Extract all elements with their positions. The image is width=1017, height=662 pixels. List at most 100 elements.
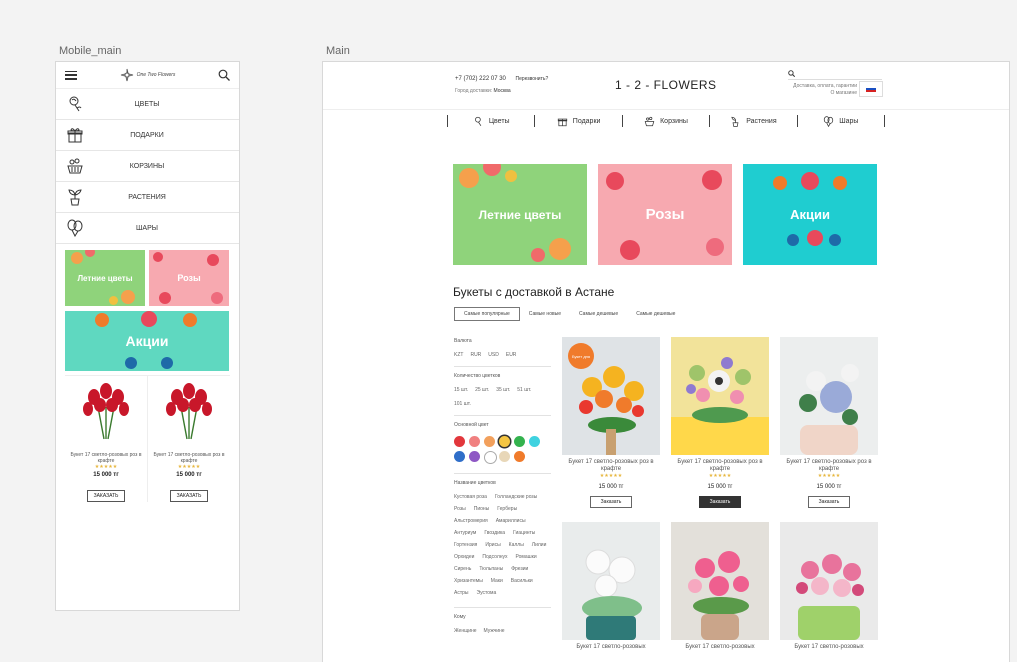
flower-name-option[interactable]: Гиацинты [513,530,535,537]
order-button[interactable]: ЗАКАЗАТЬ [86,490,126,502]
mobile-logo[interactable]: One Two Flowers [120,68,175,82]
flower-name-option[interactable]: Антуриум [454,530,476,537]
product-image[interactable] [780,522,878,640]
sort-option-newest[interactable]: Самые новые [520,308,570,320]
flower-name-option[interactable]: Ирисы [485,542,500,549]
product-card[interactable]: Букет 17 светло-розовых роз в крафте ★★★… [780,337,878,508]
recipient-option[interactable]: Женщине [454,628,477,635]
product-card[interactable]: Букет 17 светло-розовых роз в крафте ★★★… [65,376,148,502]
delivery-link[interactable]: Доставка, оплата, гарантии [781,83,857,90]
mobile-menu-item-flowers[interactable]: ЦВЕТЫ [56,89,239,120]
product-image[interactable] [671,337,769,455]
flower-name-option[interactable]: Герберы [497,506,517,513]
banner-sale[interactable]: Акции [743,164,877,265]
mobile-menu-item-balloons[interactable]: ШАРЫ [56,213,239,244]
color-swatch[interactable] [454,451,465,462]
product-card[interactable]: Букет 17 светло-розовых [562,522,660,651]
product-image[interactable]: Букет дня [562,337,660,455]
color-swatch[interactable] [469,451,480,462]
banner-roses[interactable]: Розы [149,250,229,306]
recipient-option[interactable]: Мужчине [484,628,505,635]
product-image[interactable] [65,376,147,442]
flower-name-option[interactable]: Тюльпаны [479,566,503,573]
about-link[interactable]: О магазине [781,90,857,97]
count-option[interactable]: 25 шт. [475,387,489,394]
search-input[interactable] [788,69,882,80]
flower-name-option[interactable]: Подсолнух [482,554,507,561]
color-swatch[interactable] [499,451,510,462]
hamburger-menu-icon[interactable] [65,70,77,80]
site-logo[interactable]: 1 - 2 - FLOWERS [615,78,717,92]
flower-name-option[interactable]: Розы [454,506,466,513]
nav-item-balloons[interactable]: Шары [798,115,884,127]
banner-summer-flowers[interactable]: Летние цветы [65,250,145,306]
color-swatch[interactable] [469,436,480,447]
sort-option-cheapest-2[interactable]: Самые дешевые [627,308,684,320]
callback-link[interactable]: Перезвонить? [516,76,549,82]
banner-roses[interactable]: Розы [598,164,732,265]
flower-name-option[interactable]: Хризантемы [454,578,483,585]
nav-item-gifts[interactable]: Подарки [535,116,621,127]
product-image[interactable] [671,522,769,640]
flower-name-option[interactable]: Астры [454,590,469,597]
flower-name-option[interactable]: Гортензия [454,542,477,549]
flower-name-option[interactable]: Голландские розы [495,494,537,501]
count-option[interactable]: 15 шт. [454,387,468,394]
product-image[interactable] [148,376,230,442]
flower-name-option[interactable]: Амариллисы [496,518,526,525]
flower-name-option[interactable]: Фрезии [511,566,528,573]
banner-sale[interactable]: Акции [65,311,229,371]
product-card[interactable]: Букет дня Букет 17 светло-розовых роз в … [562,337,660,508]
mobile-menu-item-gifts[interactable]: ПОДАРКИ [56,120,239,151]
product-card[interactable]: Букет 17 светло-розовых [671,522,769,651]
order-button[interactable]: Заказать [699,496,741,508]
flower-name-option[interactable]: Орхидеи [454,554,474,561]
mobile-menu-item-plants[interactable]: РАСТЕНИЯ [56,182,239,213]
nav-item-baskets[interactable]: Корзины [623,116,709,127]
flower-name-option[interactable]: Кустовая роза [454,494,487,501]
color-swatch[interactable] [514,451,525,462]
phone-number[interactable]: +7 (702) 222 07 30 [455,76,506,82]
flower-name-option[interactable]: Альстромерия [454,518,488,525]
currency-option[interactable]: KZT [454,352,463,359]
color-swatch[interactable] [484,436,495,447]
count-option[interactable]: 51 шт. [517,387,531,394]
flower-name-option[interactable]: Гвоздика [484,530,505,537]
flower-name-option[interactable]: Васильки [511,578,533,585]
product-card[interactable]: Букет 17 светло-розовых роз в крафте ★★★… [671,337,769,508]
flower-name-option[interactable]: Пионы [474,506,490,513]
currency-option[interactable]: EUR [506,352,517,359]
color-swatch[interactable] [514,436,525,447]
product-card[interactable]: Букет 17 светло-розовых роз в крафте ★★★… [148,376,230,502]
sort-option-cheapest[interactable]: Самые дешевые [570,308,627,320]
color-swatch[interactable] [529,436,540,447]
order-button[interactable]: Заказать [808,496,850,508]
product-image[interactable] [780,337,878,455]
nav-item-flowers[interactable]: Цветы [448,116,534,127]
search-icon[interactable] [218,69,230,81]
nav-item-plants[interactable]: Растения [710,116,796,127]
mobile-menu-item-baskets[interactable]: КОРЗИНЫ [56,151,239,182]
currency-option[interactable]: USD [488,352,499,359]
count-option[interactable]: 35 шт. [496,387,510,394]
flower-name-option[interactable]: Каллы [509,542,524,549]
flower-name-option[interactable]: Лилии [532,542,547,549]
color-swatch[interactable] [484,451,497,464]
currency-option[interactable]: RUR [470,352,481,359]
city-selector[interactable]: Москва [494,88,511,94]
product-image[interactable] [562,522,660,640]
flower-name-option[interactable]: Сирень [454,566,471,573]
flower-name-option[interactable]: Ромашки [516,554,537,561]
flower-name-option[interactable]: Эустома [477,590,497,597]
search-icon[interactable] [788,70,795,77]
product-card[interactable]: Букет 17 светло-розовых [780,522,878,651]
flower-name-option[interactable]: Маки [491,578,503,585]
sort-option-popular[interactable]: Самые популярные [454,307,520,321]
order-button[interactable]: Заказать [590,496,632,508]
count-option[interactable]: 101 шт. [454,401,471,408]
color-swatch[interactable] [454,436,465,447]
banner-summer-flowers[interactable]: Летние цветы [453,164,587,265]
color-swatch[interactable] [499,436,510,447]
order-button[interactable]: ЗАКАЗАТЬ [169,490,209,502]
language-selector[interactable] [859,81,883,97]
